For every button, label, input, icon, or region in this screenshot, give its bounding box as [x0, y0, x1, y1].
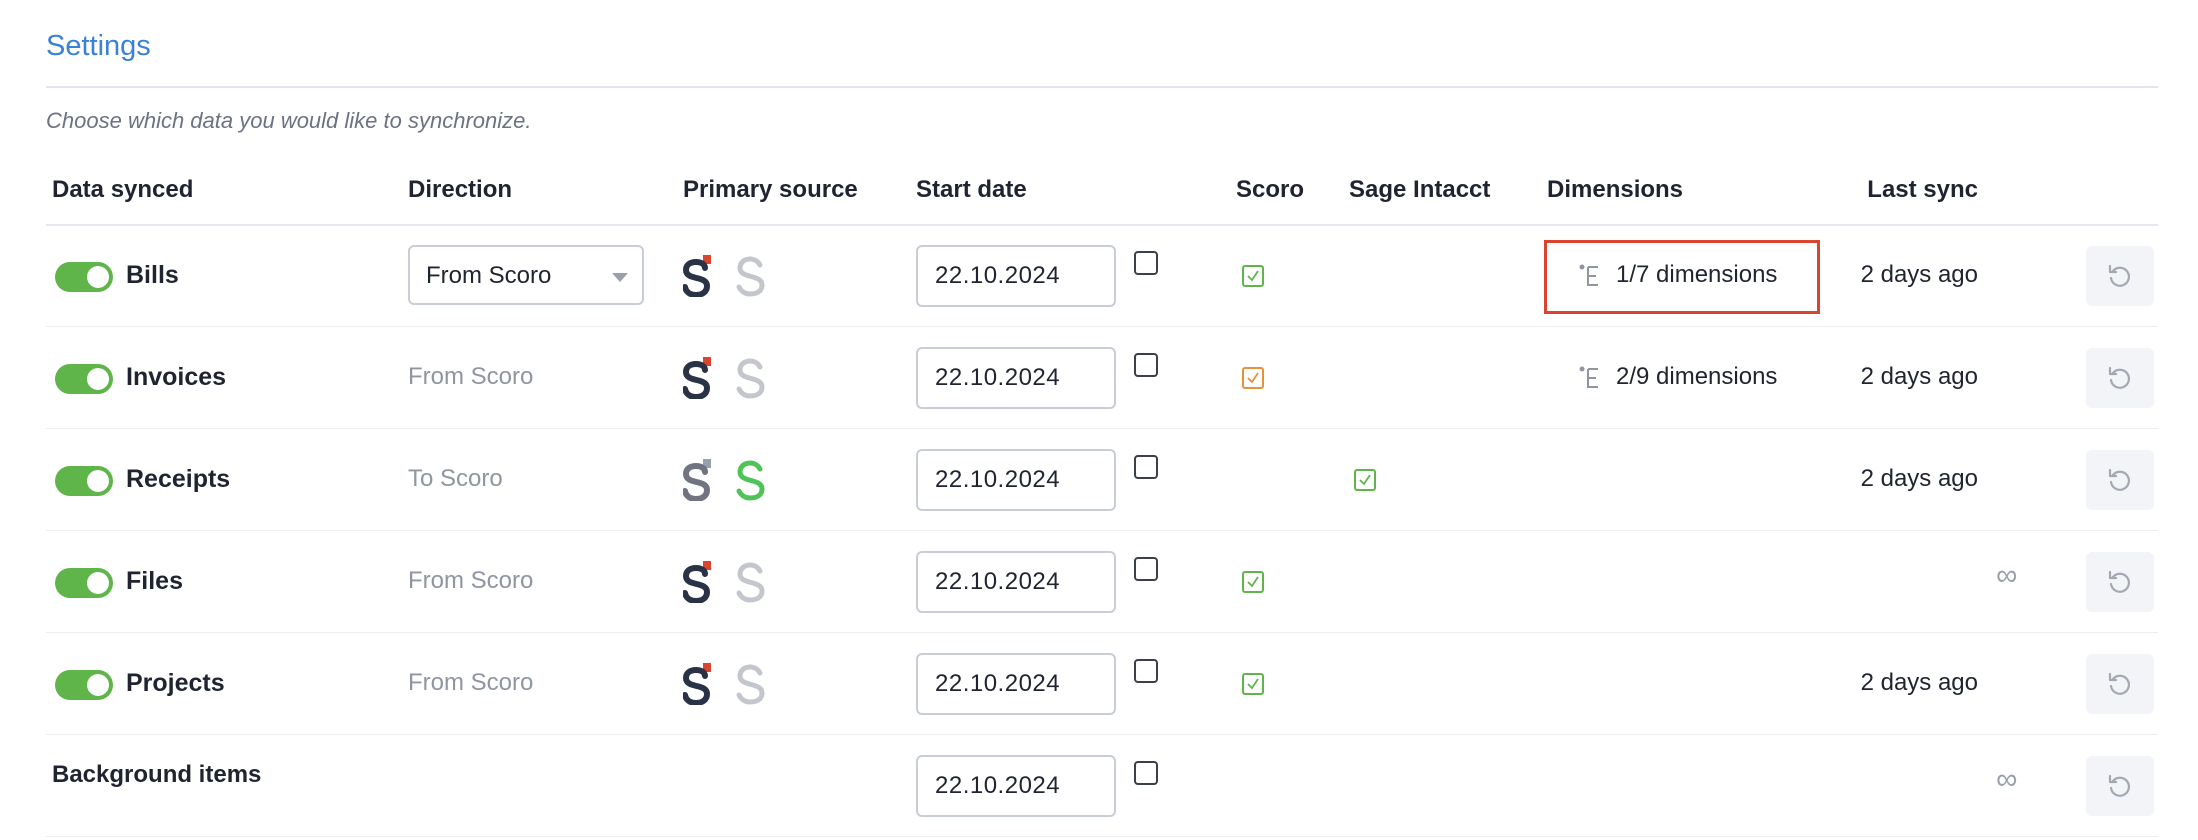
- direction-text-invoices: From Scoro: [408, 363, 534, 390]
- row-label-receipts: Receipts: [126, 465, 231, 493]
- direction-text-files: From Scoro: [408, 567, 534, 594]
- column-header-data-synced: Data synced: [52, 176, 194, 203]
- table-row-files: Files From Scoro 22.10.2024 ∞: [0, 531, 2198, 633]
- dimensions-tree-icon: [1579, 366, 1598, 388]
- scoro-logo-icon[interactable]: [683, 357, 713, 399]
- last-sync-invoices: 2 days ago: [1860, 363, 1978, 390]
- start-date-checkbox-projects[interactable]: [1134, 659, 1158, 683]
- sync-toggle-projects[interactable]: [55, 670, 113, 700]
- toggle-knob: [87, 674, 109, 696]
- sync-toggle-invoices[interactable]: [55, 364, 113, 394]
- table-row-bills: Bills From Scoro 22.10.2024 1/7 dimensio…: [0, 225, 2198, 327]
- start-date-checkbox-receipts[interactable]: [1134, 455, 1158, 479]
- toggle-knob: [87, 470, 109, 492]
- chevron-down-icon: [612, 273, 628, 282]
- start-date-value: 22.10.2024: [935, 466, 1061, 493]
- start-date-value: 22.10.2024: [935, 568, 1061, 595]
- direction-select-bills[interactable]: From Scoro: [408, 245, 644, 305]
- column-header-scoro: Scoro: [1236, 176, 1305, 203]
- scoro-logo-icon[interactable]: [683, 255, 713, 297]
- start-date-input-bills[interactable]: 22.10.2024: [916, 245, 1116, 307]
- sync-toggle-bills[interactable]: [55, 262, 113, 292]
- settings-page: Settings Choose which data you would lik…: [0, 0, 2198, 840]
- sage-intacct-logo-icon[interactable]: [736, 255, 766, 297]
- last-sync-receipts: 2 days ago: [1860, 465, 1978, 492]
- scoro-check-icon: [1242, 571, 1264, 593]
- sync-toggle-receipts[interactable]: [55, 466, 113, 496]
- toggle-knob: [87, 266, 109, 288]
- row-label-bills: Bills: [126, 261, 179, 289]
- row-label-background-items: Background items: [52, 761, 262, 788]
- table-row-receipts: Receipts To Scoro 22.10.2024 2 days ago: [0, 429, 2198, 531]
- start-date-checkbox-bills[interactable]: [1134, 251, 1158, 275]
- column-header-dimensions: Dimensions: [1547, 176, 1684, 203]
- last-sync-projects: 2 days ago: [1860, 669, 1978, 696]
- start-date-input-background-items[interactable]: 22.10.2024: [916, 755, 1116, 817]
- reset-sync-button-background-items[interactable]: [2086, 756, 2154, 816]
- column-header-primary-source: Primary source: [683, 176, 858, 203]
- column-header-sage-intacct: Sage Intacct: [1349, 176, 1491, 203]
- reset-sync-icon: [2108, 672, 2131, 695]
- start-date-input-projects[interactable]: 22.10.2024: [916, 653, 1116, 715]
- start-date-input-receipts[interactable]: 22.10.2024: [916, 449, 1116, 511]
- page-subtitle: Choose which data you would like to sync…: [46, 108, 532, 133]
- start-date-input-invoices[interactable]: 22.10.2024: [916, 347, 1116, 409]
- last-sync-bills: 2 days ago: [1860, 261, 1978, 288]
- reset-sync-icon: [2108, 570, 2131, 593]
- toggle-knob: [87, 368, 109, 390]
- start-date-input-files[interactable]: 22.10.2024: [916, 551, 1116, 613]
- page-title: Settings: [46, 30, 151, 62]
- reset-sync-button-bills[interactable]: [2086, 246, 2154, 306]
- scoro-logo-icon[interactable]: [683, 663, 713, 705]
- scoro-logo-icon[interactable]: [683, 459, 713, 501]
- infinity-icon: ∞: [1996, 559, 2018, 592]
- dimensions-tree-icon: [1579, 264, 1598, 286]
- direction-text-receipts: To Scoro: [408, 465, 503, 492]
- direction-select-value: From Scoro: [426, 262, 552, 289]
- sage-intacct-logo-icon[interactable]: [736, 459, 766, 501]
- start-date-value: 22.10.2024: [935, 262, 1061, 289]
- dimensions-count: 2/9 dimensions: [1616, 363, 1778, 390]
- toggle-knob: [87, 572, 109, 594]
- column-header-last-sync: Last sync: [1867, 176, 1978, 203]
- start-date-value: 22.10.2024: [935, 772, 1061, 799]
- column-header-direction: Direction: [408, 176, 513, 203]
- sage-intacct-logo-icon[interactable]: [736, 561, 766, 603]
- sage-intacct-logo-icon[interactable]: [736, 357, 766, 399]
- reset-sync-icon: [2108, 366, 2131, 389]
- start-date-value: 22.10.2024: [935, 364, 1061, 391]
- scoro-check-icon: [1242, 367, 1264, 389]
- start-date-checkbox-invoices[interactable]: [1134, 353, 1158, 377]
- table-row-background-items: Background items 22.10.2024 ∞: [0, 735, 2198, 837]
- column-header-start-date: Start date: [916, 176, 1027, 203]
- row-label-invoices: Invoices: [126, 363, 227, 391]
- reset-sync-icon: [2108, 468, 2131, 491]
- dimensions-count: 1/7 dimensions: [1616, 261, 1778, 288]
- row-divider: [46, 836, 2158, 837]
- scoro-logo-icon[interactable]: [683, 561, 713, 603]
- title-divider: [46, 86, 2158, 88]
- row-label-projects: Projects: [126, 669, 225, 697]
- reset-sync-button-invoices[interactable]: [2086, 348, 2154, 408]
- start-date-checkbox-background-items[interactable]: [1134, 761, 1158, 785]
- reset-sync-icon: [2108, 264, 2131, 287]
- scoro-check-icon: [1242, 673, 1264, 695]
- start-date-value: 22.10.2024: [935, 670, 1061, 697]
- sage-intacct-check-icon: [1354, 469, 1376, 491]
- table-row-projects: Projects From Scoro 22.10.2024 2 days ag…: [0, 633, 2198, 735]
- row-label-files: Files: [126, 567, 183, 595]
- start-date-checkbox-files[interactable]: [1134, 557, 1158, 581]
- table-row-invoices: Invoices From Scoro 22.10.2024 2/9 dimen…: [0, 327, 2198, 429]
- reset-sync-button-receipts[interactable]: [2086, 450, 2154, 510]
- infinity-icon: ∞: [1996, 763, 2018, 796]
- reset-sync-button-projects[interactable]: [2086, 654, 2154, 714]
- reset-sync-icon: [2108, 774, 2131, 797]
- scoro-check-icon: [1242, 265, 1264, 287]
- sage-intacct-logo-icon[interactable]: [736, 663, 766, 705]
- direction-text-projects: From Scoro: [408, 669, 534, 696]
- reset-sync-button-files[interactable]: [2086, 552, 2154, 612]
- sync-toggle-files[interactable]: [55, 568, 113, 598]
